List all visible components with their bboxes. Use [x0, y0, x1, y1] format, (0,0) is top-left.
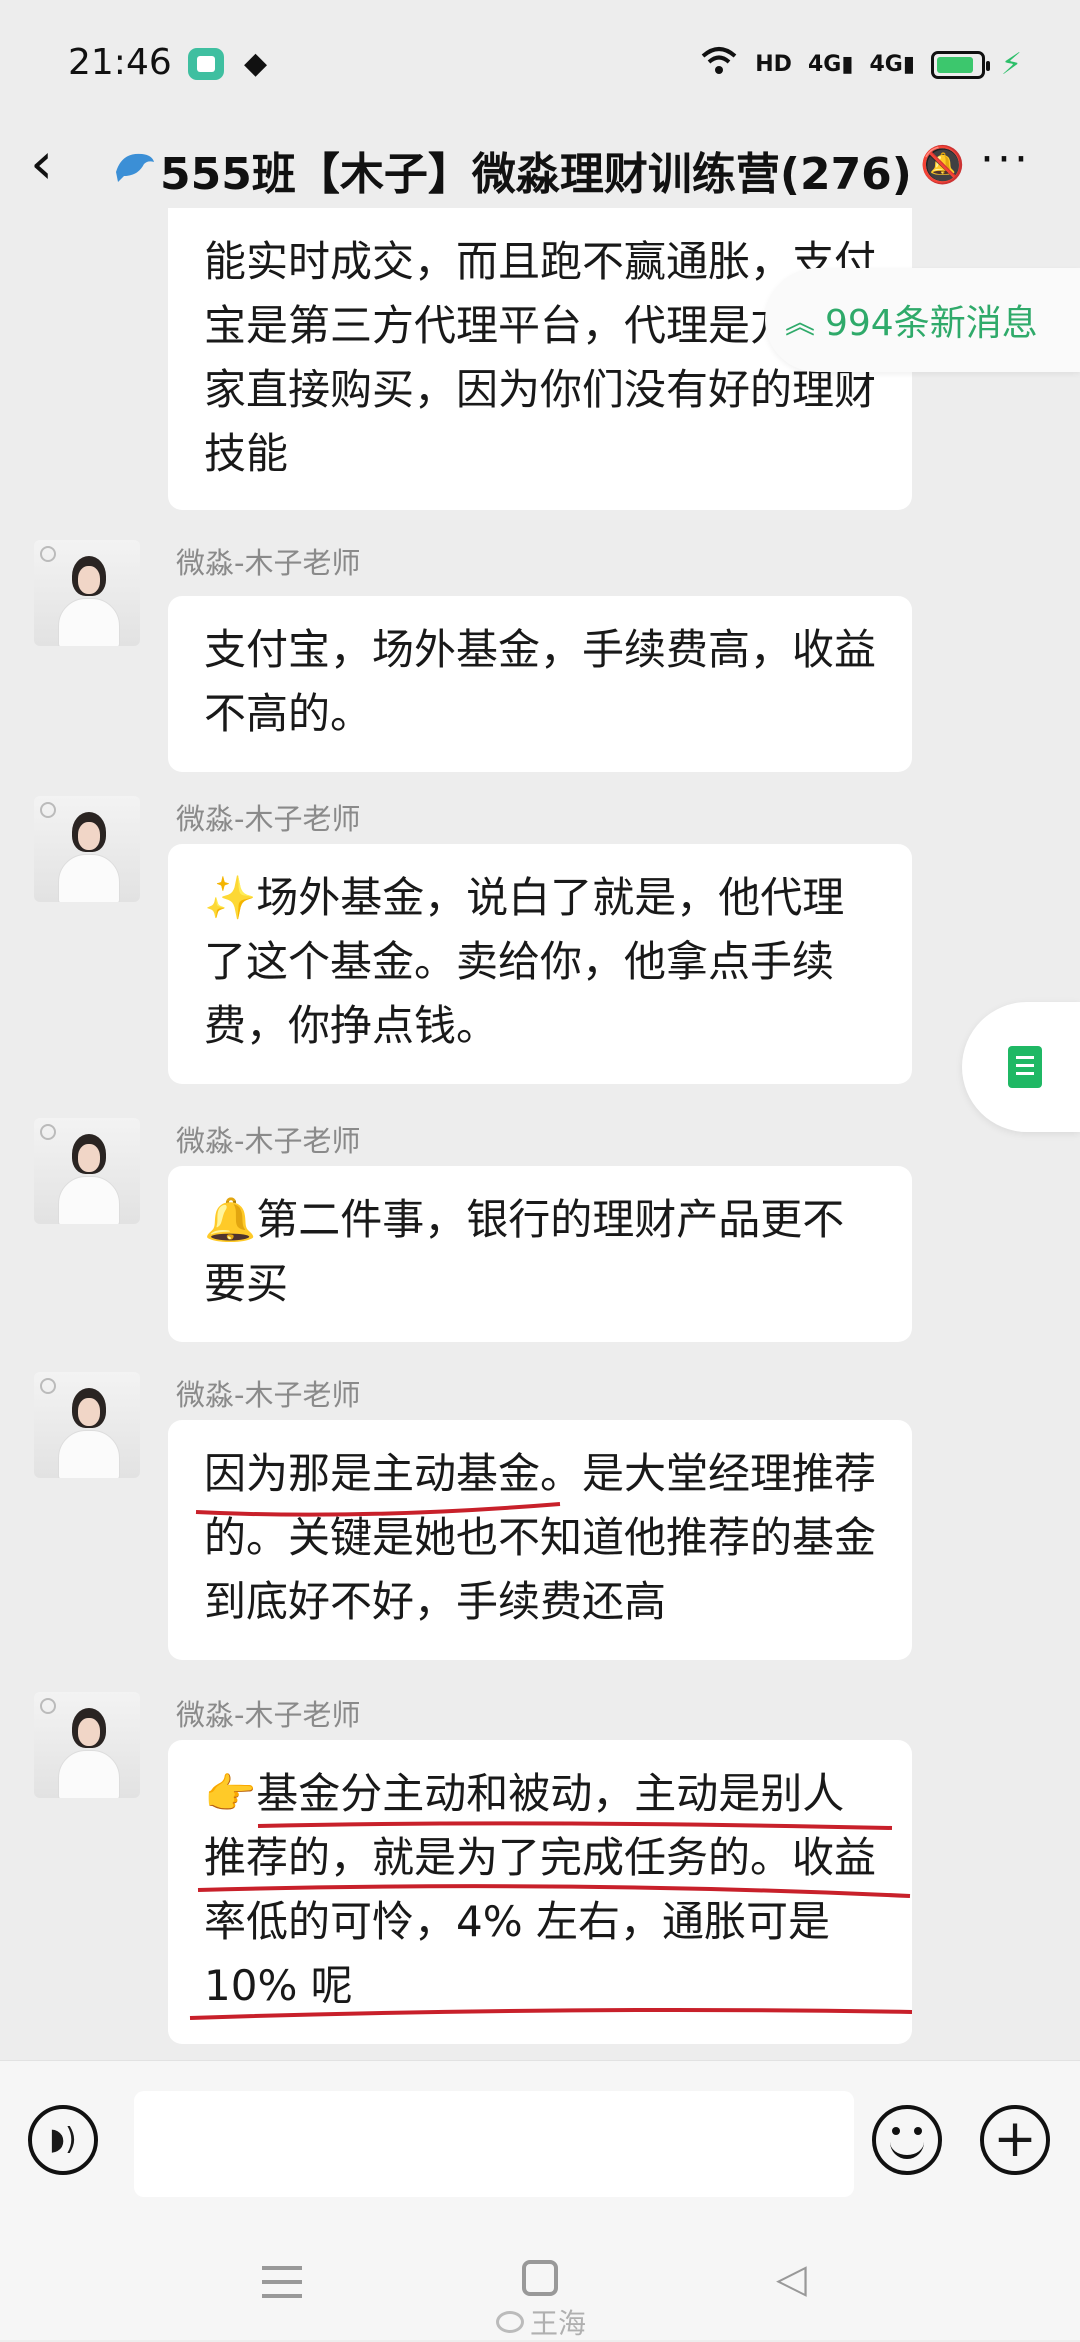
watermark-text: 王海 [530, 2307, 587, 2340]
signal-icon: 4G▮ [807, 52, 854, 77]
voice-icon[interactable]: ◗) [28, 2105, 98, 2175]
message-bubble[interactable]: ✨场外基金，说白了就是，他代理了这个基金。卖给你，他拿点手续费，你挣点钱。 [168, 844, 912, 1084]
signal-icon: 4G▮ [869, 52, 915, 77]
signal-label-1: 4G [807, 52, 842, 77]
document-icon [1008, 1046, 1042, 1088]
network-label: HD [755, 52, 792, 77]
message-bubble[interactable]: 👉基金分主动和被动，主动是别人推荐的，就是为了完成任务的。收益率低的可怜，4% … [168, 1740, 912, 2044]
sender-name: 微淼-木子老师 [176, 1698, 361, 1732]
message-bubble[interactable]: 支付宝，场外基金，手续费高，收益不高的。 [168, 596, 912, 772]
message-text: 场外基金，说白了就是，他代理了这个基金。卖给你，他拿点手续费，你挣点钱。 [204, 873, 845, 1050]
back-nav-icon[interactable]: ◁ [776, 2256, 807, 2302]
mute-icon: 🔕 [920, 145, 965, 186]
message-input[interactable] [134, 2091, 854, 2197]
message-text: 基金分主动和被动，主动是别人推荐的，就是为了完成任务的。收益率低的可怜，4% 左… [204, 1769, 877, 2010]
avatar[interactable] [34, 540, 140, 646]
double-chevron-up-icon: ︽ [785, 306, 815, 341]
chat-title: 555班【木子】微淼理财训练营(276) [160, 149, 912, 200]
status-indicators: HD 4G▮ 4G▮ ⚡ [699, 46, 1022, 83]
layers-icon: ◆ [244, 46, 268, 81]
status-time: 21:46 [68, 42, 172, 83]
message-text: 因为那是主动基金。是大堂经理推荐的。关键是她也不知道他推荐的基金到底好不好，手续… [204, 1449, 877, 1626]
pointing-hand-icon: 👉 [204, 1769, 257, 1818]
message-text: 支付宝，场外基金，手续费高，收益不高的。 [204, 625, 877, 738]
sparkles-icon: ✨ [204, 873, 257, 922]
avatar[interactable] [34, 1692, 140, 1798]
message-text: 第二件事，银行的理财产品更不要买 [204, 1195, 845, 1308]
home-icon[interactable] [522, 2260, 558, 2296]
chat-title-wrap: 555班【木子】微淼理财训练营(276) [112, 138, 912, 202]
more-icon[interactable]: ··· [980, 134, 1031, 185]
plus-icon[interactable]: + [980, 2105, 1050, 2175]
menu-icon[interactable] [262, 2266, 302, 2270]
message-bubble[interactable]: 因为那是主动基金。是大堂经理推荐的。关键是她也不知道他推荐的基金到底好不好，手续… [168, 1420, 912, 1660]
status-bar: 21:46 ◆ HD 4G▮ 4G▮ ⚡ [0, 0, 1080, 130]
weibo-icon [496, 2311, 524, 2333]
new-messages-label: 994条新消息 [825, 303, 1038, 344]
sender-name: 微淼-木子老师 [176, 802, 361, 836]
avatar[interactable] [34, 796, 140, 902]
sender-name: 微淼-木子老师 [176, 1124, 361, 1158]
battery-icon [930, 50, 990, 79]
sender-name: 微淼-木子老师 [176, 1378, 361, 1412]
watermark: 王海 [496, 2302, 586, 2342]
signal-label-2: 4G [869, 52, 903, 77]
app-icon [188, 48, 224, 80]
message-bubble[interactable]: 🔔第二件事，银行的理财产品更不要买 [168, 1166, 912, 1342]
notes-side-tab[interactable] [962, 1002, 1080, 1132]
emoji-icon[interactable] [872, 2105, 942, 2175]
input-bar: ◗) + [0, 2060, 1080, 2231]
dolphin-icon [112, 143, 156, 197]
avatar[interactable] [34, 1372, 140, 1478]
system-nav-bar: ◁ 王海 [0, 2230, 1080, 2340]
bell-icon: 🔔 [204, 1195, 257, 1244]
charging-icon: ⚡ [1000, 47, 1022, 82]
sender-name: 微淼-木子老师 [176, 546, 361, 580]
back-icon[interactable]: ‹ [30, 134, 53, 192]
wifi-icon [699, 46, 739, 83]
chat-header: ‹ 555班【木子】微淼理财训练营(276) 🔕 ··· [0, 120, 1080, 210]
avatar[interactable] [34, 1118, 140, 1224]
new-messages-button[interactable]: ︽ 994条新消息 [765, 268, 1080, 372]
message-text: 能实时成交，而且跑不赢通胀，支付宝是第三方代理平台，代理是方便大家直接购买，因为… [204, 237, 877, 478]
